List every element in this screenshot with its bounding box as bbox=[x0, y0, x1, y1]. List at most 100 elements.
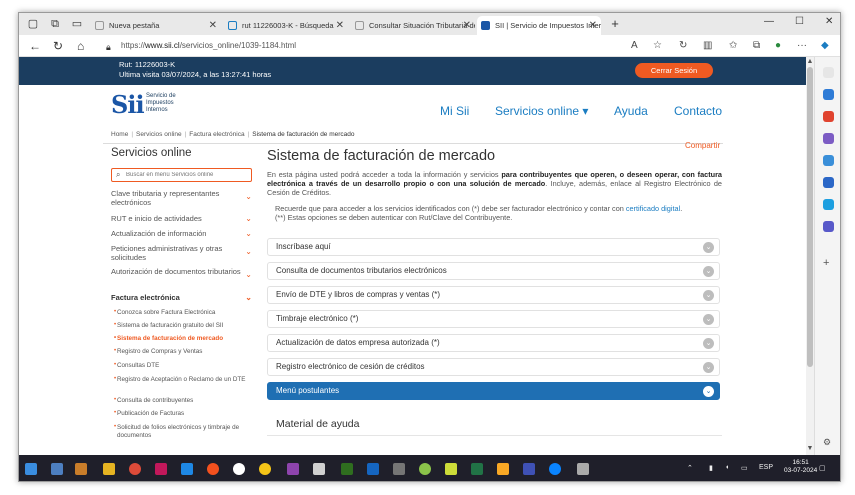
page-scrollbar[interactable]: ▲ ▼ bbox=[806, 57, 814, 455]
app-icon[interactable] bbox=[75, 463, 87, 475]
collections-icon[interactable]: ⧉ bbox=[753, 40, 760, 52]
outlook-icon[interactable] bbox=[823, 177, 834, 188]
refresh-icon[interactable]: ↻ bbox=[53, 39, 63, 53]
sidebar-item-actualizacion[interactable]: Actualización de información ⌄ bbox=[111, 229, 252, 238]
edge-icon[interactable] bbox=[549, 463, 561, 475]
sidebar-item-factura[interactable]: Factura electrónica ⌄ bbox=[111, 293, 252, 302]
accordion-timbraje[interactable]: Timbraje electrónico (*) ⌄ bbox=[267, 310, 720, 328]
nav-ayuda[interactable]: Ayuda bbox=[614, 104, 648, 118]
nav-mi-sii[interactable]: Mi Sii bbox=[440, 104, 469, 118]
tab-actions-icon[interactable]: ▭ bbox=[71, 18, 83, 30]
app-icon[interactable] bbox=[445, 463, 457, 475]
shopping-icon[interactable] bbox=[823, 89, 834, 100]
chrome-icon[interactable] bbox=[129, 463, 141, 475]
accordion-actualizacion-datos[interactable]: Actualización de datos empresa autorizad… bbox=[267, 334, 720, 352]
breadcrumb-item[interactable]: Home bbox=[111, 131, 128, 138]
new-tab-icon[interactable]: + bbox=[609, 17, 621, 30]
app-icon[interactable] bbox=[523, 463, 535, 475]
accordion-envio-dte[interactable]: Envío de DTE y libros de compras y venta… bbox=[267, 286, 720, 304]
office-icon[interactable] bbox=[823, 155, 834, 166]
home-icon[interactable]: ⌂ bbox=[77, 39, 84, 53]
settings-icon[interactable]: ⚙ bbox=[823, 437, 831, 448]
refresh-extension-icon[interactable]: ↻ bbox=[679, 40, 687, 52]
nav-contacto[interactable]: Contacto bbox=[674, 104, 722, 118]
submenu-item[interactable]: • Registro de Aceptación o Reclamo de un … bbox=[114, 376, 253, 384]
games-icon[interactable] bbox=[823, 133, 834, 144]
submenu-item[interactable]: • Registro de Compras y Ventas bbox=[114, 348, 253, 356]
extension-icon[interactable]: ● bbox=[775, 40, 781, 52]
more-menu-icon[interactable]: ··· bbox=[797, 40, 807, 52]
minimize-icon[interactable]: — bbox=[764, 16, 774, 27]
close-tab-icon[interactable]: ✕ bbox=[336, 16, 344, 35]
breadcrumb-item[interactable]: Servicios online bbox=[136, 131, 182, 138]
submenu-item[interactable]: • Solicitud de folios electrónicos y timb… bbox=[114, 424, 253, 439]
close-tab-icon[interactable]: ✕ bbox=[589, 16, 597, 35]
copilot-icon[interactable]: ◆ bbox=[821, 40, 829, 52]
favorite-star-icon[interactable]: ☆ bbox=[653, 40, 662, 52]
sidebar-search[interactable]: ⌕ bbox=[111, 168, 252, 182]
accordion-menu-postulantes[interactable]: Menú postulantes ⌄ bbox=[267, 382, 720, 400]
app-icon[interactable] bbox=[313, 463, 325, 475]
submenu-item[interactable]: • Publicación de Facturas bbox=[114, 410, 253, 418]
file-explorer-icon[interactable] bbox=[103, 463, 115, 475]
browser-tab-situacion[interactable]: Consultar Situación Tributaria de ✕ bbox=[351, 16, 475, 35]
url-field[interactable]: https://www.sii.cl/servicios_online/1039… bbox=[121, 39, 296, 53]
tools-icon[interactable] bbox=[823, 111, 834, 122]
sidebar-search-input[interactable] bbox=[126, 170, 250, 180]
read-aloud-icon[interactable]: A bbox=[631, 40, 638, 52]
app-icon[interactable] bbox=[367, 463, 379, 475]
drop-icon[interactable] bbox=[823, 199, 834, 210]
maximize-icon[interactable]: ☐ bbox=[795, 16, 804, 27]
scroll-up-icon[interactable]: ▲ bbox=[806, 58, 814, 65]
app-icon[interactable] bbox=[259, 463, 271, 475]
browser-tab-search[interactable]: rut 11226003-K - Búsqueda ✕ bbox=[224, 16, 348, 35]
add-sidebar-icon[interactable]: + bbox=[823, 257, 829, 269]
sidebar-item-autorizacion[interactable]: Autorización de documentos tributarios ⌄ bbox=[111, 267, 252, 279]
favorites-icon[interactable]: ✩ bbox=[729, 40, 737, 52]
close-tab-icon[interactable]: ✕ bbox=[463, 16, 471, 35]
tray-chevron-icon[interactable]: ⌃ bbox=[687, 464, 693, 472]
scroll-thumb[interactable] bbox=[807, 67, 813, 367]
app-icon[interactable] bbox=[207, 463, 219, 475]
nav-servicios-online[interactable]: Servicios online ▾ bbox=[495, 104, 588, 118]
certificado-digital-link[interactable]: certificado digital bbox=[626, 204, 680, 213]
back-icon[interactable]: ← bbox=[29, 39, 41, 53]
app-icon[interactable] bbox=[51, 463, 63, 475]
submenu-item[interactable]: • Consulta de contribuyentes bbox=[114, 397, 253, 405]
volume-icon[interactable]: ◖ bbox=[725, 464, 729, 471]
workspaces-icon[interactable]: ⧉ bbox=[49, 18, 61, 30]
notifications-icon[interactable]: ▢ bbox=[819, 464, 826, 472]
visual-studio-icon[interactable] bbox=[287, 463, 299, 475]
app-icon[interactable] bbox=[181, 463, 193, 475]
submenu-item-active[interactable]: • Sistema de facturación de mercado bbox=[114, 335, 253, 343]
close-window-icon[interactable]: ✕ bbox=[825, 16, 833, 27]
language-indicator[interactable]: ESP bbox=[759, 464, 773, 471]
submenu-item[interactable]: • Consultas DTE bbox=[114, 362, 253, 370]
logout-button[interactable]: Cerrar Sesión bbox=[635, 63, 713, 78]
breadcrumb-item[interactable]: Factura electrónica bbox=[189, 131, 244, 138]
profile-icon[interactable]: ▢ bbox=[27, 18, 39, 30]
browser-tab-new[interactable]: Nueva pestaña ✕ bbox=[91, 16, 221, 35]
sii-logo[interactable]: Sii bbox=[111, 90, 145, 119]
search-icon[interactable] bbox=[823, 67, 834, 78]
close-tab-icon[interactable]: ✕ bbox=[209, 16, 217, 35]
sidebar-item-rut[interactable]: RUT e inicio de actividades ⌄ bbox=[111, 214, 252, 223]
app-icon[interactable] bbox=[393, 463, 405, 475]
accordion-cesion-creditos[interactable]: Registro electrónico de cesión de crédit… bbox=[267, 358, 720, 376]
browser-tab-sii[interactable]: SII | Servicio de Impuestos Intern ✕ bbox=[477, 16, 601, 35]
scroll-down-icon[interactable]: ▼ bbox=[806, 445, 814, 452]
start-icon[interactable] bbox=[25, 463, 37, 475]
app-icon[interactable] bbox=[577, 463, 589, 475]
excel-icon[interactable] bbox=[471, 463, 483, 475]
taskbar-clock[interactable]: 16:51 03-07-2024 bbox=[784, 459, 817, 475]
submenu-item[interactable]: • Sistema de facturación gratuito del SII bbox=[114, 322, 253, 330]
app-icon[interactable] bbox=[419, 463, 431, 475]
app-icon[interactable] bbox=[155, 463, 167, 475]
sidebar-item-peticiones[interactable]: Peticiones administrativas y otras solic… bbox=[111, 244, 252, 262]
network-icon[interactable]: ▮ bbox=[709, 464, 713, 472]
share-link[interactable]: Compartir bbox=[685, 141, 720, 150]
teams-icon[interactable] bbox=[823, 221, 834, 232]
split-screen-icon[interactable]: ▥ bbox=[703, 40, 712, 52]
app-icon[interactable] bbox=[497, 463, 509, 475]
sidebar-item-clave[interactable]: Clave tributaria y representantes electr… bbox=[111, 189, 252, 207]
